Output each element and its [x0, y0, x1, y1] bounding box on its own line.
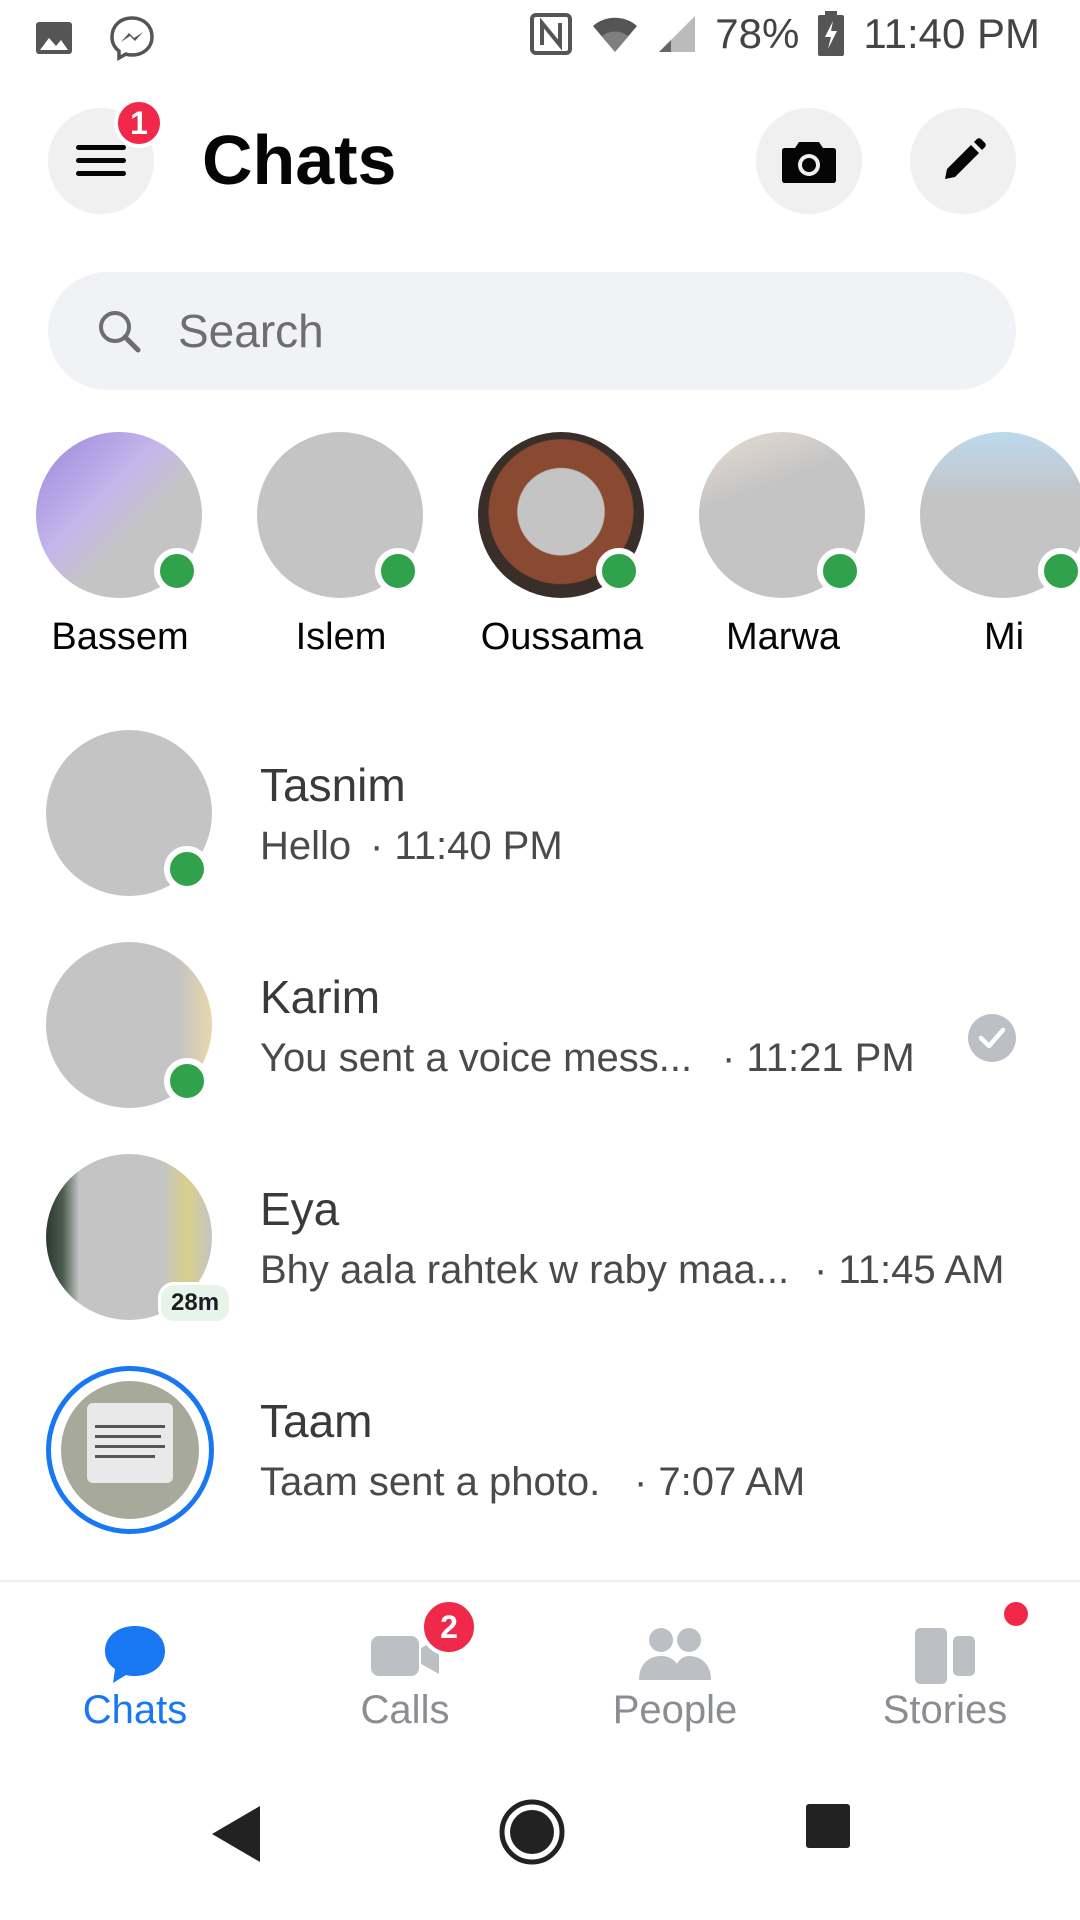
- active-time-badge: 28m: [158, 1282, 233, 1324]
- chat-time: · 11:21 PM: [722, 1036, 915, 1080]
- chat-time: · 11:40 PM: [370, 824, 563, 868]
- tab-label: Stories: [882, 1688, 1008, 1732]
- contact-name: Mi: [983, 616, 1025, 658]
- tab-label: People: [612, 1688, 738, 1732]
- recents-icon[interactable]: [804, 1802, 852, 1850]
- calls-badge: 2: [420, 1598, 478, 1656]
- chat-time: · 11:45 AM: [814, 1248, 1005, 1292]
- chat-preview: Hello: [260, 824, 352, 868]
- online-indicator: [154, 548, 200, 594]
- active-contacts-row[interactable]: Bassem Islem Oussama Marwa Mi: [0, 430, 1080, 670]
- chat-time: · 7:07 AM: [634, 1460, 806, 1504]
- chat-row[interactable]: Tasnim Hello · 11:40 PM: [0, 720, 1080, 932]
- camera-icon: [782, 142, 836, 183]
- gallery-icon: [36, 22, 72, 54]
- camera-button[interactable]: [756, 108, 862, 214]
- active-contact[interactable]: Islem: [241, 430, 441, 670]
- clock: 11:40 PM: [863, 10, 1040, 57]
- hamburger-icon: [76, 145, 126, 176]
- stories-notification-dot: [1004, 1602, 1028, 1626]
- chat-preview: You sent a voice mess...: [260, 1036, 693, 1080]
- tab-calls[interactable]: 2 Calls: [270, 1582, 540, 1758]
- contact-name: Marwa: [725, 616, 841, 658]
- home-icon[interactable]: [498, 1798, 566, 1866]
- online-indicator: [596, 548, 642, 594]
- contact-name: Bassem: [51, 616, 189, 658]
- battery-charging-icon: [818, 11, 845, 56]
- tab-stories[interactable]: Stories: [810, 1582, 1080, 1758]
- contact-name: Oussama: [480, 616, 644, 658]
- chat-row[interactable]: Taam Taam sent a photo. · 7:07 AM: [0, 1356, 1080, 1568]
- online-indicator: [164, 846, 210, 892]
- online-indicator: [164, 1058, 210, 1104]
- online-indicator: [817, 548, 863, 594]
- search-input[interactable]: [178, 272, 978, 390]
- online-indicator: [375, 548, 421, 594]
- menu-button[interactable]: 1: [48, 98, 164, 214]
- tab-chats[interactable]: Chats: [0, 1582, 270, 1758]
- nfc-icon: [530, 13, 573, 55]
- chat-preview: Bhy aala rahtek w raby maa...: [260, 1248, 790, 1292]
- bottom-tab-bar: Chats 2 Calls People Stories: [0, 1580, 1080, 1758]
- search-icon: [99, 311, 141, 353]
- pencil-icon: [945, 138, 986, 179]
- wifi-icon: [593, 17, 638, 52]
- chat-name: Karim: [260, 971, 381, 1023]
- header: 1 Chats: [0, 98, 1080, 230]
- chat-name: Tasnim: [260, 759, 406, 811]
- search-bar[interactable]: [48, 272, 1016, 390]
- status-bar: 78% 11:40 PM: [0, 0, 1080, 74]
- contact-name: Islem: [295, 616, 387, 658]
- story-ring: [46, 1366, 214, 1534]
- active-contact[interactable]: Mi: [904, 430, 1080, 670]
- system-nav-bar: [0, 1756, 1080, 1920]
- online-indicator: [1038, 548, 1080, 594]
- chat-row[interactable]: Karim You sent a voice mess... · 11:21 P…: [0, 932, 1080, 1144]
- active-contact[interactable]: Oussama: [462, 430, 662, 670]
- messenger-icon: [110, 16, 154, 62]
- avatar: [61, 1381, 199, 1519]
- tab-people[interactable]: People: [540, 1582, 810, 1758]
- back-icon[interactable]: [208, 1802, 264, 1866]
- active-contact[interactable]: Bassem: [20, 430, 220, 670]
- chat-name: Taam: [260, 1395, 373, 1447]
- tab-label: Calls: [360, 1688, 450, 1732]
- signal-icon: [659, 16, 696, 52]
- battery-level: 78%: [715, 10, 800, 57]
- active-contact[interactable]: Marwa: [683, 430, 883, 670]
- compose-button[interactable]: [910, 108, 1016, 214]
- chat-preview: Taam sent a photo.: [260, 1460, 601, 1504]
- people-icon: [639, 1628, 711, 1680]
- chat-row[interactable]: 28m Eya Bhy aala rahtek w raby maa... · …: [0, 1144, 1080, 1356]
- seen-check-icon: [968, 1014, 1016, 1062]
- notification-badge: 1: [114, 98, 164, 148]
- stories-icon: [915, 1628, 975, 1684]
- page-title: Chats: [202, 121, 397, 199]
- chat-bubble-icon: [105, 1626, 165, 1683]
- chat-name: Eya: [260, 1183, 340, 1235]
- tab-label: Chats: [82, 1688, 188, 1732]
